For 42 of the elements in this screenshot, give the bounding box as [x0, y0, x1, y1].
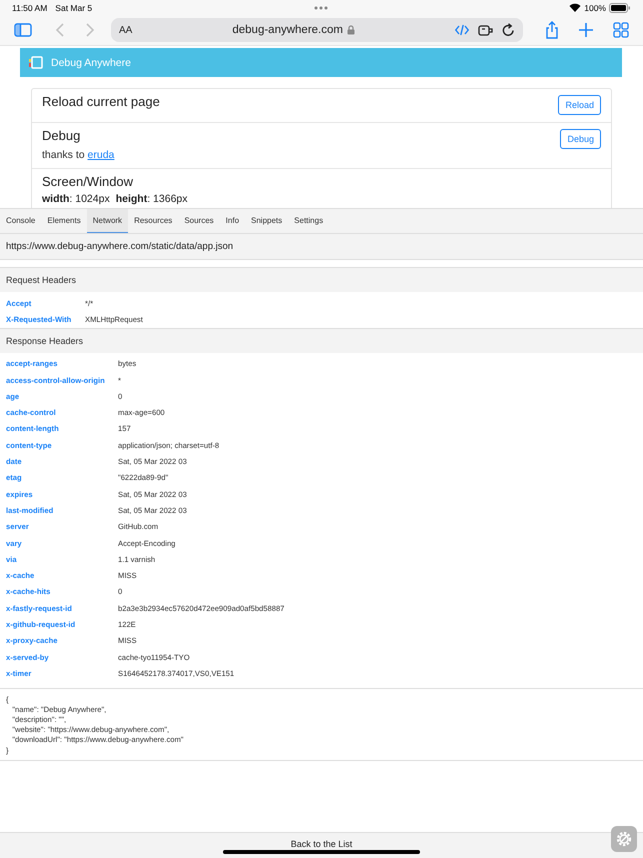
devtools-tab[interactable]: Sources [178, 209, 220, 233]
extension-icon[interactable] [478, 24, 493, 36]
action-button[interactable]: Reload [558, 95, 601, 115]
section-heading: Screen/Window [42, 174, 134, 189]
battery-icon [609, 2, 631, 12]
date-text: Sat Mar 5 [55, 2, 92, 12]
gear-icon [615, 830, 633, 848]
share-icon[interactable] [545, 21, 559, 39]
plus-icon[interactable] [579, 23, 593, 37]
tabs-grid-icon[interactable] [613, 22, 629, 38]
section-heading: Response Headers [0, 328, 643, 353]
text-size-button[interactable]: AA [119, 24, 132, 36]
wifi-icon [569, 3, 582, 12]
devtools-tab[interactable]: Resources [128, 209, 178, 233]
sidebar-icon[interactable] [14, 23, 32, 37]
action-button[interactable]: Debug [560, 129, 601, 149]
section-heading: Reload current page [42, 94, 160, 109]
credit-text: thanks to eruda [42, 149, 114, 161]
devtools-tab[interactable]: Network [86, 209, 128, 233]
site-title: Debug Anywhere [51, 56, 131, 68]
settings-button[interactable] [611, 826, 637, 852]
lock-icon [346, 25, 355, 35]
section-heading: Debug [42, 128, 82, 143]
section-heading: Request Headers [0, 268, 643, 292]
devtools-tab[interactable]: Info [220, 209, 246, 233]
reload-icon[interactable] [502, 23, 515, 37]
screen-stat: width: 1024px [42, 193, 110, 205]
request-url: https://www.debug-anywhere.com/static/data/app.json [0, 234, 643, 260]
code-icon[interactable] [455, 24, 469, 36]
screen-stat: height: 1366px [116, 193, 188, 205]
clock-time: 11:50 AM [12, 2, 48, 12]
back-link[interactable]: Back to the List [290, 839, 352, 849]
devtools-tab[interactable]: Snippets [245, 209, 288, 233]
eruda-link[interactable]: eruda [88, 149, 114, 161]
address-text: debug-anywhere.com [232, 24, 343, 36]
battery-percent: 100% [584, 2, 606, 12]
devtools-tab[interactable]: Elements [41, 209, 87, 233]
devtools-tab[interactable]: Settings [288, 209, 330, 233]
multitask-dots-icon[interactable] [314, 6, 328, 10]
address-bar[interactable]: AA debug-anywhere.com [111, 18, 523, 42]
logo-icon [29, 56, 43, 69]
devtools-tab[interactable]: Console [0, 209, 42, 233]
